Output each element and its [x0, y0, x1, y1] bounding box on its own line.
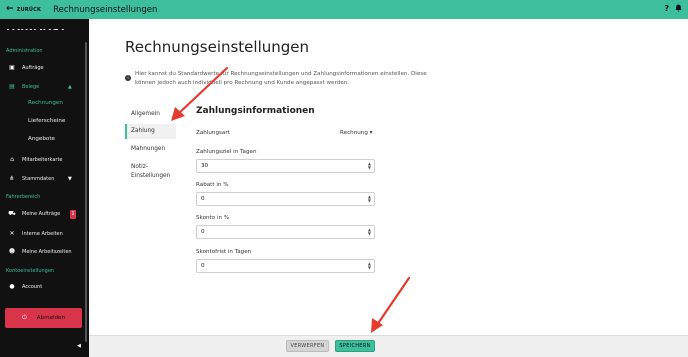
section-fahrerbereich: Fahrerbereich: [6, 194, 41, 200]
annotation-arrowhead-zahlung: [171, 107, 185, 121]
sidebar-item-meine-auftraege[interactable]: ⛟ Meine Aufträge: [8, 210, 60, 218]
top-bar: ← ZURÜCK Rechnungseinstellungen ?: [0, 0, 688, 19]
skonto-label: Skonto in %: [196, 215, 230, 221]
sidebar-subitem-rechnungen[interactable]: Rechnungen: [28, 100, 63, 106]
logo: FAIRMACT: [6, 22, 67, 33]
help-icon[interactable]: ?: [664, 4, 669, 14]
sidebar-item-label: Mitarbeiterkarte: [22, 156, 63, 163]
skontofrist-label: Skontofrist in Tagen: [196, 249, 252, 255]
zahlungsart-select[interactable]: Rechnung ▾: [340, 130, 372, 136]
footer-bar: [89, 335, 688, 357]
chevron-down-icon[interactable]: ▼: [68, 176, 72, 182]
annotation-arrows: [171, 66, 411, 333]
zahlungsziel-value: 30: [201, 163, 209, 169]
skontofrist-value: 0: [201, 263, 205, 269]
stepper-icon[interactable]: ▲ ▼: [368, 162, 371, 170]
zahlungsziel-input[interactable]: 30 ▲ ▼: [196, 159, 375, 173]
stepper-icon[interactable]: ▲ ▼: [368, 228, 371, 236]
back-button[interactable]: ← ZURÜCK: [6, 5, 41, 14]
sidebar-scrollbar[interactable]: [85, 42, 87, 342]
info-text: Hier kannst du Standardwerte für Rechnun…: [135, 71, 427, 86]
save-button[interactable]: SPEICHERN: [335, 340, 375, 352]
tab-allgemein[interactable]: Allgemein: [131, 111, 160, 117]
document-icon: ▤: [9, 83, 15, 90]
top-title: Rechnungseinstellungen: [53, 4, 158, 15]
sidebar-item-account[interactable]: ● Account: [8, 283, 42, 290]
sidebar-item-auftraege[interactable]: ▣ Aufträge: [8, 64, 44, 71]
sidebar-subitem-lieferscheine[interactable]: Lieferscheine: [28, 118, 65, 124]
sidebar-item-stammdaten[interactable]: ⋔ Stammdaten: [8, 175, 54, 182]
sidebar-item-mitarbeiterkarte[interactable]: ⌂ Mitarbeiterkarte: [8, 156, 62, 163]
rabatt-input[interactable]: 0 ▲ ▼: [196, 192, 375, 206]
logout-label: Abmelden: [36, 315, 66, 321]
collapse-sidebar-icon[interactable]: ◀: [77, 343, 81, 349]
section-title: Zahlungsinformationen: [196, 106, 315, 116]
tab-zahlung[interactable]: Zahlung: [131, 128, 155, 134]
tab-mahnungen[interactable]: Mahnungen: [131, 146, 165, 152]
arrow-left-icon: ←: [6, 4, 14, 14]
rabatt-label: Rabatt in %: [196, 182, 229, 188]
chevron-up-icon[interactable]: ▲: [68, 84, 72, 90]
bell-icon[interactable]: [675, 4, 682, 14]
sidebar-item-interne-arbeiten[interactable]: ✕ Interne Arbeiten: [8, 230, 63, 237]
hierarchy-icon: ⋔: [9, 175, 15, 182]
sidebar-item-label: Meine Aufträge: [22, 211, 61, 217]
page-title: Rechnungseinstellungen: [125, 38, 310, 56]
zahlungsziel-label: Zahlungsziel in Tagen: [196, 149, 257, 155]
power-icon: ⏻: [21, 314, 27, 321]
skontofrist-input[interactable]: 0 ▲ ▼: [196, 259, 375, 273]
skonto-value: 0: [201, 229, 205, 235]
tab-notiz-einstellungen[interactable]: Notiz-Einstellungen: [131, 163, 176, 181]
skonto-input[interactable]: 0 ▲ ▼: [196, 225, 375, 239]
sidebar-item-label: Interne Arbeiten: [22, 230, 63, 237]
sidebar-item-label: Stammdaten: [22, 175, 55, 182]
sidebar-item-belege[interactable]: ▤ Belege: [8, 83, 39, 90]
back-label: ZURÜCK: [16, 6, 42, 13]
tools-icon: ✕: [9, 230, 15, 237]
annotation-arrowhead-save: [371, 318, 383, 333]
sidebar-item-label: Aufträge: [22, 64, 44, 71]
stepper-icon[interactable]: ▲ ▼: [368, 195, 371, 203]
clipboard-icon: ▣: [9, 64, 15, 71]
section-kontoeinstellungen: Kontoeinstellungen: [6, 268, 55, 274]
rabatt-value: 0: [201, 196, 205, 202]
sidebar-item-label: Belege: [22, 83, 40, 90]
sidebar-item-label: Meine Arbeitszeiten: [22, 248, 72, 255]
sidebar-item-meine-arbeitszeiten[interactable]: ☻ Meine Arbeitszeiten: [8, 248, 72, 255]
notification-badge: 1: [70, 210, 76, 219]
discard-button[interactable]: VERWERFEN: [286, 340, 329, 352]
truck-icon: ⛟: [8, 210, 16, 217]
account-icon: ●: [9, 283, 15, 290]
user-clock-icon: ☻: [8, 248, 16, 255]
info-icon: i: [125, 75, 131, 81]
logout-button[interactable]: ⏻ Abmelden: [5, 308, 82, 328]
sidebar-item-label: Account: [22, 283, 43, 290]
map-icon: ⌂: [10, 156, 14, 163]
section-administration: Administration: [6, 48, 43, 54]
annotation-arrow-save: [375, 276, 411, 327]
stepper-icon[interactable]: ▲ ▼: [368, 262, 371, 270]
sidebar-subitem-angebote[interactable]: Angebote: [28, 136, 55, 142]
sidebar: FAIRMACT Administration ▣ Aufträge ▤ Bel…: [0, 19, 89, 357]
zahlungsart-label: Zahlungsart: [196, 130, 230, 136]
